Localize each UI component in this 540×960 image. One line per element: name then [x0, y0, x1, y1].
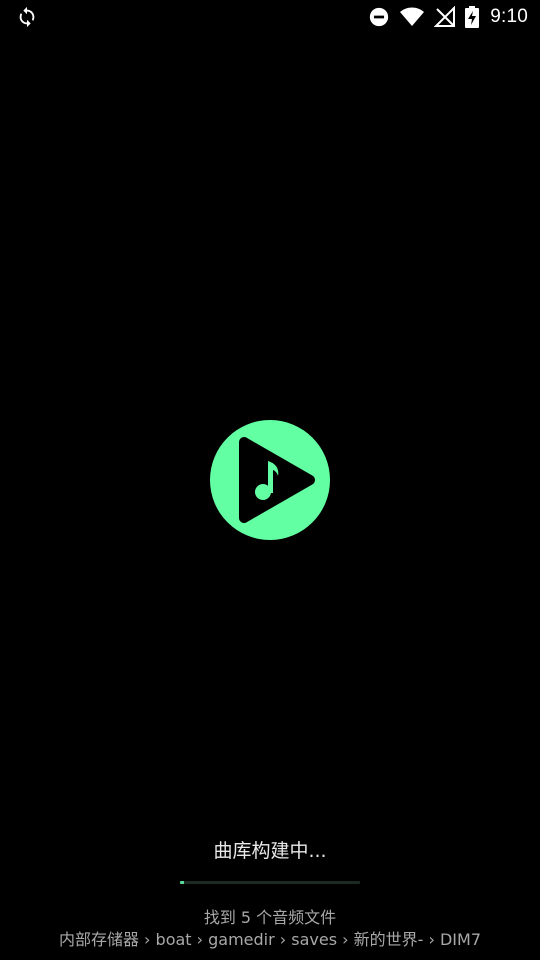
status-bar: 9:10	[0, 0, 540, 36]
sync-icon	[16, 6, 38, 28]
library-building-label: 曲库构建中...	[213, 840, 327, 862]
do-not-disturb-icon	[368, 6, 390, 28]
music-play-logo-icon	[210, 420, 330, 540]
scan-progress-fill	[180, 881, 184, 884]
current-scan-path: 内部存储器 › boat › gamedir › saves › 新的世界- ›…	[58, 930, 482, 949]
found-files-count: 找到 5 个音频文件	[203, 908, 337, 927]
scan-progress-bar	[180, 881, 360, 884]
battery-charging-icon	[465, 6, 480, 28]
no-signal-icon	[433, 5, 456, 28]
status-time: 9:10	[490, 6, 528, 27]
wifi-icon	[399, 6, 425, 28]
